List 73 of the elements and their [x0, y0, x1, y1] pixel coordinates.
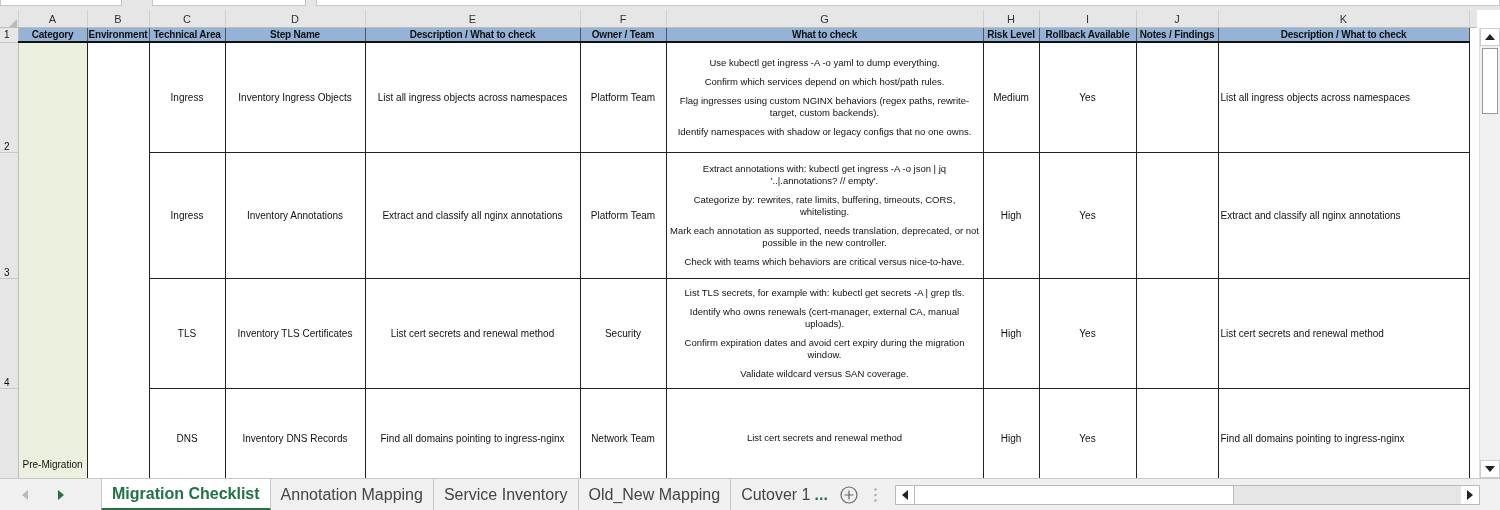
- check-text: List cert secrets and renewal method: [745, 432, 904, 444]
- table-cell: Medium: [983, 42, 1039, 152]
- column-header[interactable]: D: [225, 10, 365, 28]
- scroll-up-button[interactable]: [1480, 28, 1500, 46]
- column-header[interactable]: A: [18, 10, 87, 28]
- table-cell: Security: [580, 278, 666, 388]
- column-header[interactable]: H: [983, 10, 1039, 28]
- more-tabs-indicator[interactable]: ...: [814, 485, 828, 504]
- check-text: Use kubectl get ingress -A -o yaml to dump everything.: [708, 56, 941, 69]
- table-cell: Inventory Annotations: [225, 152, 365, 278]
- table-cell: Yes: [1039, 42, 1136, 152]
- table-cell: Yes: [1039, 152, 1136, 278]
- vertical-scrollbar[interactable]: [1479, 28, 1500, 478]
- column-header[interactable]: G: [666, 10, 983, 28]
- scroll-right-button[interactable]: [1461, 485, 1479, 504]
- check-text: Validate wildcard versus SAN coverage.: [739, 367, 910, 380]
- check-text: Confirm expiration dates and avoid cert expiry during the migration window.: [683, 336, 966, 361]
- table-cell: Platform Team: [580, 152, 666, 278]
- column-header[interactable]: F: [580, 10, 666, 28]
- row-header[interactable]: 4: [0, 278, 18, 388]
- table-cell: Inventory Ingress Objects: [225, 42, 365, 152]
- previous-sheet-icon[interactable]: [22, 489, 28, 500]
- column-header[interactable]: I: [1039, 10, 1136, 28]
- check-text: Check with teams which behaviors are critical versus nice-to-have.: [683, 255, 966, 268]
- check-text: Confirm which services depend on which host/path rules.: [703, 75, 946, 88]
- scrollbar-thumb[interactable]: [913, 485, 1234, 504]
- table-cell: Extract and classify all nginx annotations: [1218, 152, 1469, 278]
- sheet-tab[interactable]: Old_New Mapping: [578, 479, 732, 510]
- row-header[interactable]: 2: [0, 42, 18, 152]
- column-header[interactable]: C: [149, 10, 225, 28]
- table-cell: List cert secrets and renewal method: [1218, 278, 1469, 388]
- column-header[interactable]: K: [1218, 10, 1469, 28]
- name-box[interactable]: [0, 0, 122, 6]
- check-text: List TLS secrets, for example with: kubectl get secrets -A | grep tls.: [683, 286, 966, 299]
- splitter-handle-icon[interactable]: [873, 487, 877, 502]
- table-cell: Ingress: [149, 152, 225, 278]
- check-text: Mark each annotation as supported, needs translation, deprecated, or not possible in the new controller.: [669, 224, 980, 249]
- table-cell: List all ingress objects across namespaces: [365, 42, 580, 152]
- right-arrow-icon: [1467, 489, 1473, 500]
- check-text: Identify namespaces with shadow or legacy configs that no one owns.: [676, 125, 973, 138]
- add-sheet-icon[interactable]: [839, 485, 858, 504]
- row-header[interactable]: 3: [0, 152, 18, 278]
- check-text: Identify who owns renewals (cert-manager, external CA, manual uploads).: [688, 305, 961, 330]
- sheet-tab[interactable]: Annotation Mapping: [270, 479, 434, 510]
- category-text: Pre-Migration: [22, 459, 83, 470]
- table-cell: Inventory TLS Certificates: [225, 278, 365, 388]
- scroll-down-button[interactable]: [1480, 460, 1500, 478]
- function-field[interactable]: [152, 0, 306, 6]
- down-arrow-icon: [1485, 466, 1495, 472]
- column-header[interactable]: E: [365, 10, 580, 28]
- table-cell: List cert secrets and renewal method: [365, 278, 580, 388]
- check-text: Extract annotations with: kubectl get ingress -A -o json | jq '..|.annotations? // empty'.: [701, 162, 948, 187]
- next-sheet-icon[interactable]: [58, 489, 64, 500]
- table-cell: Yes: [1039, 278, 1136, 388]
- scroll-left-button[interactable]: [895, 485, 914, 504]
- up-arrow-icon: [1485, 34, 1495, 40]
- sheet-tab[interactable]: Service Inventory: [433, 479, 579, 510]
- table-cell: List all ingress objects across namespaces: [1218, 42, 1469, 152]
- table-cell: Platform Team: [580, 42, 666, 152]
- column-header[interactable]: B: [87, 10, 149, 28]
- sheet-tab[interactable]: Migration Checklist: [101, 479, 271, 510]
- left-arrow-icon: [901, 489, 908, 500]
- sheet-tab[interactable]: Cutover 1: [731, 479, 815, 510]
- table-cell: TLS: [149, 278, 225, 388]
- table-cell: Ingress: [149, 42, 225, 152]
- horizontal-scrollbar[interactable]: [894, 484, 1480, 505]
- table-cell: High: [983, 152, 1039, 278]
- check-text: Flag ingresses using custom NGINX behaviors (regex paths, rewrite-target, custom backends).: [678, 94, 971, 119]
- scrollbar-thumb[interactable]: [1482, 48, 1498, 114]
- column-header[interactable]: J: [1136, 10, 1218, 28]
- check-text: Categorize by: rewrites, rate limits, buffering, timeouts, CORS, whitelisting.: [692, 193, 957, 218]
- table-cell: Extract and classify all nginx annotations: [365, 152, 580, 278]
- table-cell: High: [983, 278, 1039, 388]
